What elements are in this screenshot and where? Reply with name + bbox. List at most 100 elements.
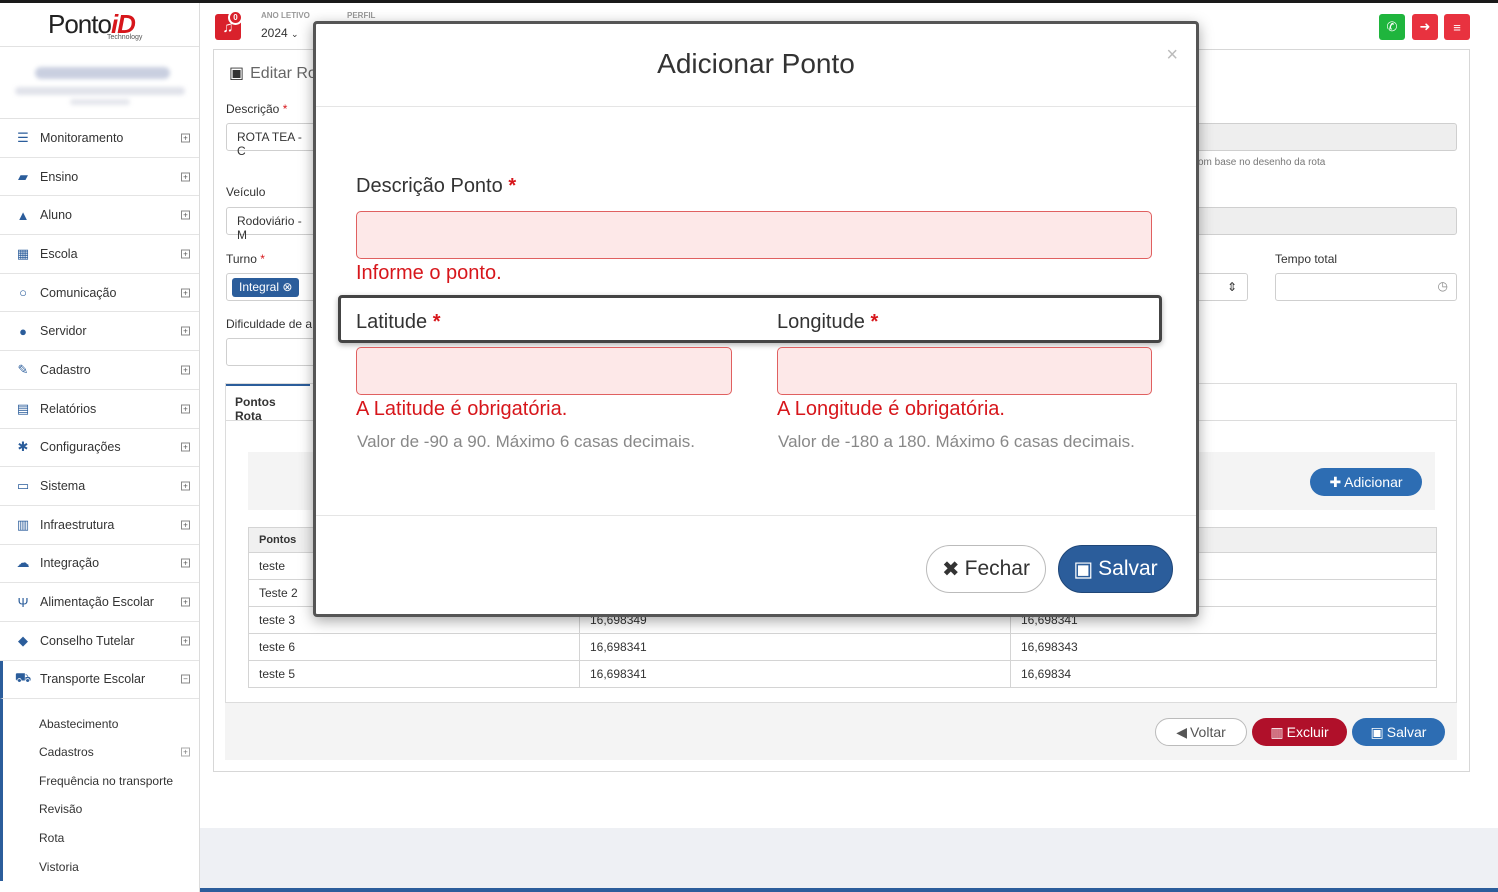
sidebar-item-conselho[interactable]: ◆ Conselho Tutelar +: [0, 622, 199, 661]
latitude-input[interactable]: [356, 347, 732, 395]
transporte-submenu: Abastecimento Cadastros + Frequência no …: [0, 699, 199, 881]
plus-icon: ✚: [1329, 473, 1342, 490]
add-point-button[interactable]: ✚ Adicionar: [1310, 468, 1422, 496]
book-icon: ▰: [18, 168, 28, 184]
updown-icon: ⇕: [1226, 280, 1237, 294]
user-info-blurred: [15, 87, 185, 95]
tempo-total-input[interactable]: ◷: [1275, 273, 1457, 301]
table-cell: 16,698343: [1010, 633, 1437, 661]
distancia-hint: om base no desenho da rota: [1198, 157, 1326, 168]
horario-stepper[interactable]: ⇕: [1195, 273, 1248, 301]
veiculo-label: Veículo: [226, 185, 266, 199]
expand-icon: +: [181, 288, 190, 298]
descricao-ponto-input[interactable]: [356, 211, 1152, 259]
veiculo-select[interactable]: Rodoviário - M: [226, 207, 316, 242]
gear-icon: ✱: [17, 439, 29, 455]
top-border: [0, 0, 1498, 3]
close-icon[interactable]: ×: [1166, 44, 1178, 67]
server-icon: ▥: [16, 516, 30, 532]
user-icon: ●: [19, 323, 27, 339]
remove-tag-icon[interactable]: ⊗: [282, 280, 292, 294]
turno-tag[interactable]: Integral ⊗: [232, 278, 300, 297]
motorista-input[interactable]: [1195, 207, 1457, 235]
building-icon: ▦: [16, 245, 30, 261]
ano-letivo-select[interactable]: 2024 ⌄: [261, 26, 299, 40]
utensils-icon: Ψ: [17, 594, 29, 610]
table-row[interactable]: teste 6 16,698341 16,698343: [248, 633, 1437, 661]
turno-label: Turno *: [226, 252, 265, 266]
expand-icon: +: [181, 520, 190, 530]
subitem-vistoria[interactable]: Vistoria: [3, 852, 199, 881]
subitem-abastecimento[interactable]: Abastecimento: [3, 709, 199, 738]
excluir-button[interactable]: ▥ Excluir: [1252, 718, 1347, 746]
voltar-button[interactable]: ◀ Voltar: [1155, 718, 1247, 746]
page-title: ▣ Editar Ro: [229, 65, 317, 82]
descricao-input[interactable]: ROTA TEA - C: [226, 123, 316, 158]
sidebar: PontoiD Technology ☰ Monitoramento + ▰ E…: [0, 3, 200, 892]
logout-icon: ➜: [1419, 19, 1431, 34]
expand-icon: +: [181, 636, 190, 646]
clock-icon: ◷: [1437, 279, 1448, 293]
sidebar-item-alimentacao[interactable]: Ψ Alimentação Escolar +: [0, 583, 199, 622]
tempo-total-label: Tempo total: [1275, 252, 1338, 266]
brand-subtitle: Technology: [107, 34, 143, 41]
trash-icon: ▥: [1270, 723, 1284, 740]
sidebar-item-servidor[interactable]: ● Servidor +: [0, 312, 199, 352]
sidebar-item-cadastro[interactable]: ✎ Cadastro +: [0, 351, 199, 390]
whatsapp-button[interactable]: ✆: [1379, 14, 1405, 40]
sidebar-item-integracao[interactable]: ☁ Integração +: [0, 545, 199, 584]
sidebar-item-monitoramento[interactable]: ☰ Monitoramento +: [0, 119, 199, 158]
car-icon: ⛟: [14, 670, 32, 686]
subitem-rota[interactable]: Rota: [3, 824, 199, 853]
tab-pontos-rota[interactable]: Pontos Rota: [226, 384, 310, 423]
expand-icon: +: [181, 249, 190, 259]
expand-icon: +: [181, 558, 190, 568]
collapse-icon: −: [181, 674, 190, 684]
fechar-button[interactable]: ✖ Fechar: [926, 545, 1046, 593]
sidebar-item-infraestrutura[interactable]: ▥ Infraestrutura +: [0, 506, 199, 545]
sidebar-item-configuracoes[interactable]: ✱ Configurações +: [0, 429, 199, 468]
highlight-outline: [338, 295, 1162, 343]
sliders-icon: ☰: [17, 129, 29, 145]
longitude-input[interactable]: [777, 347, 1152, 395]
menu-button[interactable]: ≡: [1444, 14, 1470, 40]
sidebar-item-comunicacao[interactable]: ○ Comunicação +: [0, 274, 199, 313]
expand-icon: +: [181, 210, 190, 220]
subitem-cadastros[interactable]: Cadastros +: [3, 738, 199, 767]
user-profile: [0, 47, 199, 119]
page-bottom-line: [200, 888, 1498, 892]
logout-button[interactable]: ➜: [1412, 14, 1438, 40]
sidebar-item-sistema[interactable]: ▭ Sistema +: [0, 467, 199, 506]
subitem-revisao[interactable]: Revisão: [3, 795, 199, 824]
sidebar-item-relatorios[interactable]: ▤ Relatórios +: [0, 390, 199, 429]
expand-icon: +: [181, 133, 190, 143]
logo[interactable]: PontoiD Technology: [0, 3, 199, 47]
ano-letivo-label: ANO LETIVO: [261, 11, 310, 20]
sidebar-item-ensino[interactable]: ▰ Ensino +: [0, 158, 199, 197]
sidebar-item-aluno[interactable]: ▲ Aluno +: [0, 196, 199, 236]
subitem-frequencia[interactable]: Frequência no transporte: [3, 767, 199, 796]
modal-title: Adicionar Ponto: [657, 48, 855, 79]
distancia-input[interactable]: [1195, 123, 1457, 151]
expand-icon: +: [181, 442, 190, 452]
longitude-error: A Longitude é obrigatória.: [777, 398, 1005, 420]
descricao-ponto-error: Informe o ponto.: [356, 262, 502, 284]
close-x-icon: ✖: [942, 557, 960, 581]
user-name-blurred: [35, 67, 170, 79]
sidebar-item-transporte[interactable]: ⛟ Transporte Escolar −: [0, 660, 199, 700]
sidebar-item-escola[interactable]: ▦ Escola +: [0, 235, 199, 274]
table-cell: 16,698341: [579, 633, 1011, 661]
latitude-error: A Latitude é obrigatória.: [356, 398, 568, 420]
page-bottom: [200, 828, 1498, 888]
salvar-button[interactable]: ▣ Salvar: [1352, 718, 1445, 746]
table-cell: teste 6: [248, 633, 580, 661]
chevron-down-icon: ⌄: [291, 29, 299, 39]
dificuldade-select[interactable]: [226, 338, 316, 366]
monitor-icon: ▭: [16, 478, 30, 494]
table-row[interactable]: teste 5 16,698341 16,69834: [248, 660, 1437, 688]
expand-icon: +: [181, 747, 190, 757]
user-role-blurred: [70, 99, 130, 105]
descricao-label: Descrição *: [226, 102, 288, 116]
expand-icon: +: [181, 404, 190, 414]
modal-salvar-button[interactable]: ▣ Salvar: [1058, 545, 1173, 593]
